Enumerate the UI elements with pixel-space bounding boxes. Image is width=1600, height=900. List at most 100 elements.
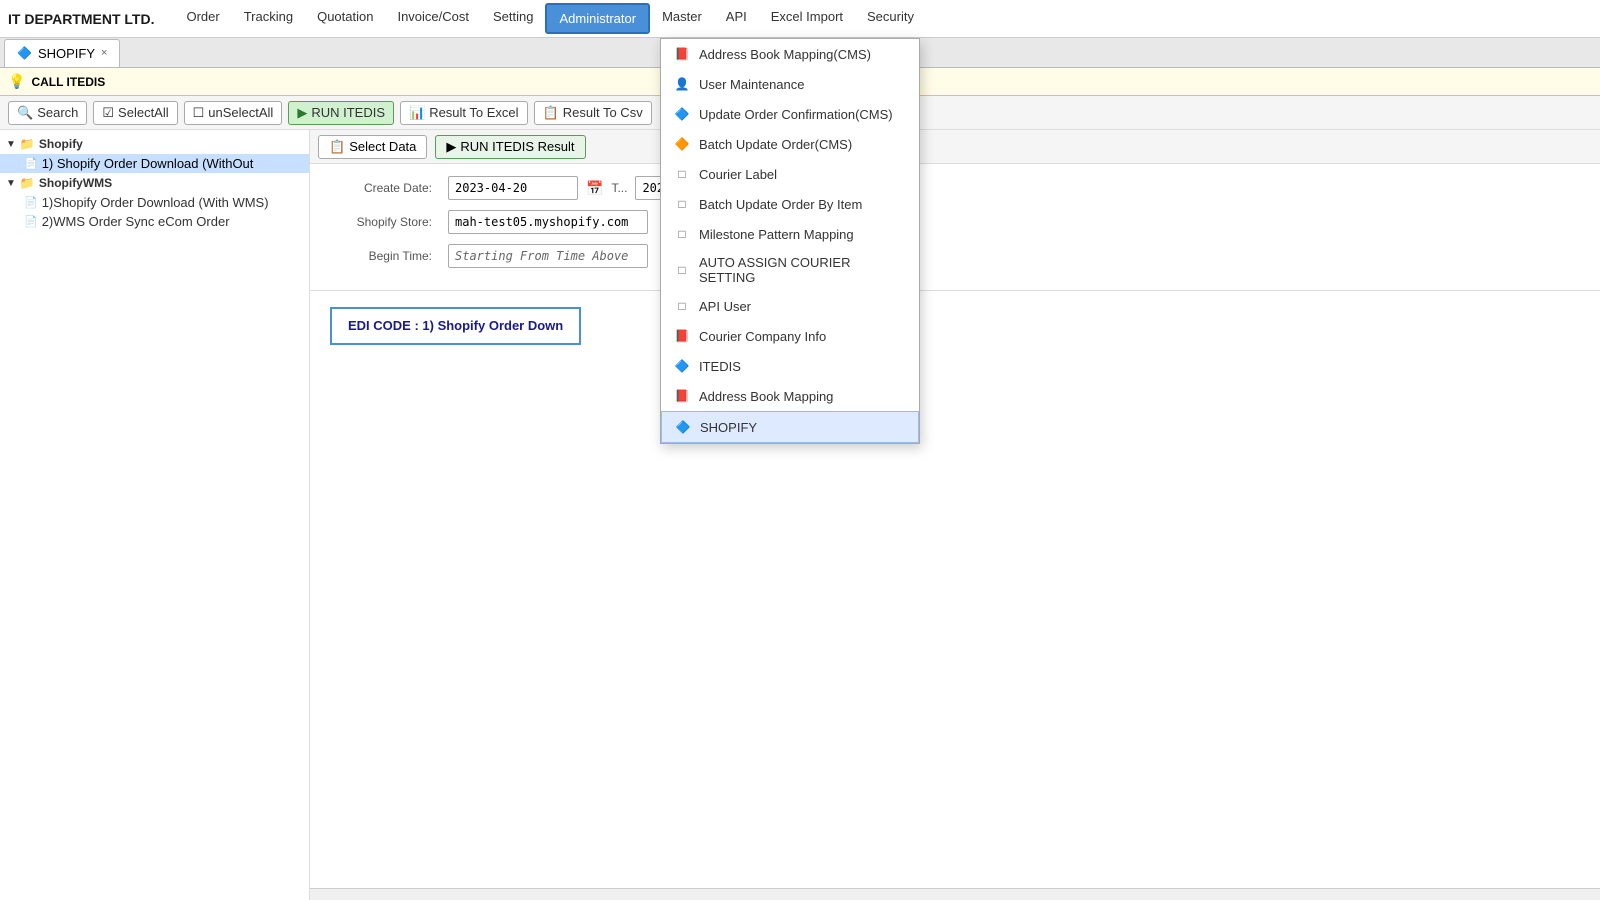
menu-item-quotation[interactable]: Quotation <box>305 3 385 34</box>
select-data-button[interactable]: 📋 Select Data <box>318 135 427 159</box>
tab-label: SHOPIFY <box>38 46 95 61</box>
dropdown-label-batch-by-item: Batch Update Order By Item <box>699 197 862 212</box>
dropdown-label-courier-label: Courier Label <box>699 167 777 182</box>
dropdown-item-courier-label[interactable]: □ Courier Label <box>661 159 919 189</box>
dropdown-icon-address-book: 📕 <box>673 387 691 405</box>
tree-item-wms-1[interactable]: 📄 1)Shopify Order Download (With WMS) <box>0 193 309 212</box>
select-all-icon: ☑ <box>102 105 114 121</box>
create-date-input[interactable] <box>448 176 578 200</box>
dropdown-icon-address-book-cms: 📕 <box>673 45 691 63</box>
unselect-all-button[interactable]: ☐ unSelectAll <box>184 101 283 125</box>
tree-group-shopifywms-header[interactable]: ▼ 📁 ShopifyWMS <box>0 173 309 193</box>
menu-item-api[interactable]: API <box>714 3 759 34</box>
call-icon: 💡 <box>8 73 25 90</box>
menu-item-master[interactable]: Master <box>650 3 714 34</box>
dropdown-label-auto-assign: AUTO ASSIGN COURIER SETTING <box>699 255 907 285</box>
dropdown-item-api-user[interactable]: □ API User <box>661 291 919 321</box>
menu-items: OrderTrackingQuotationInvoice/CostSettin… <box>174 3 926 34</box>
search-button[interactable]: 🔍 Search <box>8 101 87 125</box>
run-label: RUN ITEDIS <box>311 105 385 120</box>
tree-group-shopifywms: ▼ 📁 ShopifyWMS 📄 1)Shopify Order Downloa… <box>0 173 309 231</box>
dropdown-item-shopify[interactable]: 🔷SHOPIFY <box>661 411 919 443</box>
dropdown-label-address-book-cms: Address Book Mapping(CMS) <box>699 47 871 62</box>
dropdown-label-api-user: API User <box>699 299 751 314</box>
dropdown-label-address-book: Address Book Mapping <box>699 389 833 404</box>
form-area: Create Date: 📅 T... Shopify Store: Begin… <box>310 164 1600 291</box>
date-separator: T... <box>611 181 627 195</box>
tree-item-shopify-1[interactable]: 📄 1) Shopify Order Download (WithOut <box>0 154 309 173</box>
dropdown-icon-milestone-pattern: □ <box>673 225 691 243</box>
unselect-all-label: unSelectAll <box>208 105 273 120</box>
dropdown-item-update-order-cms[interactable]: 🔷Update Order Confirmation(CMS) <box>661 99 919 129</box>
dropdown-label-milestone-pattern: Milestone Pattern Mapping <box>699 227 854 242</box>
content-panel: 📋 Select Data ▶ RUN ITEDIS Result Create… <box>310 130 1600 900</box>
dropdown-icon-courier-label: □ <box>673 165 691 183</box>
result-excel-button[interactable]: 📊 Result To Excel <box>400 101 528 125</box>
shopify-tab[interactable]: 🔷 SHOPIFY × <box>4 39 120 67</box>
dropdown-icon-api-user: □ <box>673 297 691 315</box>
tree-item-wms-2-label: 2)WMS Order Sync eCom Order <box>42 214 230 229</box>
calendar-icon[interactable]: 📅 <box>586 180 603 197</box>
dropdown-icon-batch-update-cms: 🔶 <box>673 135 691 153</box>
tab-close-button[interactable]: × <box>101 47 107 59</box>
tree-expand-icon-wms: ▼ <box>6 178 16 189</box>
dropdown-label-courier-company: Courier Company Info <box>699 329 826 344</box>
run-result-icon: ▶ <box>446 139 456 155</box>
dropdown-item-address-book[interactable]: 📕 Address Book Mapping <box>661 381 919 411</box>
dropdown-item-user-maintenance[interactable]: 👤 User Maintenance <box>661 69 919 99</box>
dropdown-icon-batch-by-item: □ <box>673 195 691 213</box>
scrollbar-area[interactable] <box>310 888 1600 900</box>
dropdown-item-batch-update-cms[interactable]: 🔶 Batch Update Order(CMS) <box>661 129 919 159</box>
select-all-button[interactable]: ☑ SelectAll <box>93 101 177 125</box>
file-icon-wms2: 📄 <box>24 215 38 228</box>
create-date-row: Create Date: 📅 T... <box>330 176 1580 200</box>
menu-item-invoice[interactable]: Invoice/Cost <box>385 3 481 34</box>
dropdown-icon-auto-assign: □ <box>673 261 691 279</box>
dropdown-item-auto-assign[interactable]: □ AUTO ASSIGN COURIER SETTING <box>661 249 919 291</box>
dropdown-item-batch-by-item[interactable]: □ Batch Update Order By Item <box>661 189 919 219</box>
menu-item-administrator[interactable]: Administrator <box>545 3 650 34</box>
dropdown-icon-courier-company: 📕 <box>673 327 691 345</box>
tree-group-shopify: ▼ 📁 Shopify 📄 1) Shopify Order Download … <box>0 134 309 173</box>
file-icon-wms1: 📄 <box>24 196 38 209</box>
tab-icon: 🔷 <box>17 46 32 60</box>
menu-item-order[interactable]: Order <box>174 3 231 34</box>
run-itedis-result-button[interactable]: ▶ RUN ITEDIS Result <box>435 135 585 159</box>
select-data-label: Select Data <box>349 139 416 154</box>
dropdown-item-itedis[interactable]: 🔷ITEDIS <box>661 351 919 381</box>
result-csv-button[interactable]: 📋 Result To Csv <box>534 101 652 125</box>
folder-icon: 📁 <box>20 137 35 151</box>
edi-text: EDI CODE : 1) Shopify Order Down <box>348 318 563 333</box>
csv-icon: 📋 <box>543 105 559 121</box>
select-data-icon: 📋 <box>329 139 345 155</box>
tree-group-shopify-header[interactable]: ▼ 📁 Shopify <box>0 134 309 154</box>
tree-group-shopifywms-label: ShopifyWMS <box>39 176 112 190</box>
tree-item-shopify-1-label: 1) Shopify Order Download (WithOut <box>42 156 254 171</box>
tree-item-wms-2[interactable]: 📄 2)WMS Order Sync eCom Order <box>0 212 309 231</box>
store-label: Shopify Store: <box>330 215 440 229</box>
store-row: Shopify Store: <box>330 210 1580 234</box>
begin-time-row: Begin Time: <box>330 244 1580 268</box>
create-date-label: Create Date: <box>330 181 440 195</box>
menu-item-tracking[interactable]: Tracking <box>232 3 305 34</box>
run-itedis-button[interactable]: ▶ RUN ITEDIS <box>288 101 394 125</box>
menu-item-setting[interactable]: Setting <box>481 3 545 34</box>
dropdown-label-user-maintenance: User Maintenance <box>699 77 805 92</box>
dropdown-label-itedis: ITEDIS <box>699 359 741 374</box>
dropdown-label-batch-update-cms: Batch Update Order(CMS) <box>699 137 852 152</box>
excel-icon: 📊 <box>409 105 425 121</box>
dropdown-label-update-order-cms: Update Order Confirmation(CMS) <box>699 107 893 122</box>
dropdown-item-address-book-cms[interactable]: 📕 Address Book Mapping(CMS) <box>661 39 919 69</box>
select-all-label: SelectAll <box>118 105 169 120</box>
dropdown-item-courier-company[interactable]: 📕 Courier Company Info <box>661 321 919 351</box>
tree-expand-icon: ▼ <box>6 139 16 150</box>
store-input[interactable] <box>448 210 648 234</box>
dropdown-item-milestone-pattern[interactable]: □ Milestone Pattern Mapping <box>661 219 919 249</box>
menu-item-excel-import[interactable]: Excel Import <box>759 3 855 34</box>
dropdown-icon-user-maintenance: 👤 <box>673 75 691 93</box>
menubar: IT DEPARTMENT LTD. OrderTrackingQuotatio… <box>0 0 1600 38</box>
result-csv-label: Result To Csv <box>563 105 643 120</box>
menu-item-security[interactable]: Security <box>855 3 926 34</box>
begin-time-input[interactable] <box>448 244 648 268</box>
begin-time-label: Begin Time: <box>330 249 440 263</box>
